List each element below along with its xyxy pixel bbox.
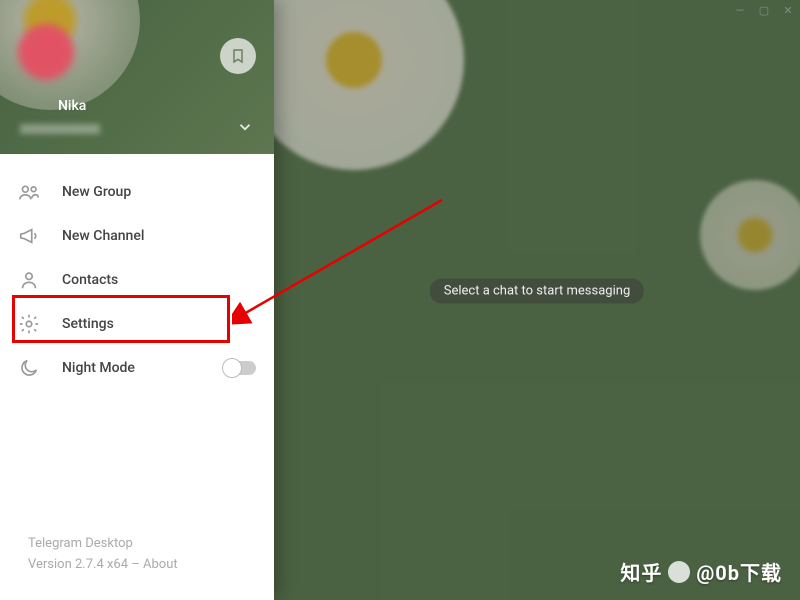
menu-list: New Group New Channel Contacts Settings … — [0, 154, 274, 390]
menu-settings[interactable]: Settings — [0, 302, 274, 346]
moon-icon — [18, 357, 46, 379]
avatar[interactable] — [18, 24, 74, 80]
person-icon — [18, 269, 46, 291]
menu-label: New Group — [62, 184, 131, 200]
chat-background: Select a chat to start messaging — [274, 0, 800, 600]
app-version[interactable]: Version 2.7.4 x64 – About — [28, 557, 246, 572]
watermark: 知乎 @0b下载 — [620, 557, 782, 586]
night-mode-toggle[interactable] — [224, 361, 256, 375]
main-menu-sidebar: Nika New Group New Channel Contacts — [0, 0, 274, 600]
menu-new-channel[interactable]: New Channel — [0, 214, 274, 258]
menu-new-group[interactable]: New Group — [0, 170, 274, 214]
group-icon — [18, 181, 46, 203]
minimize-button[interactable]: — — [728, 0, 752, 20]
empty-chat-hint: Select a chat to start messaging — [430, 279, 644, 304]
close-button[interactable]: ✕ — [776, 0, 800, 20]
sidebar-footer: Telegram Desktop Version 2.7.4 x64 – Abo… — [0, 518, 274, 600]
app-name: Telegram Desktop — [28, 536, 246, 551]
megaphone-icon — [18, 225, 46, 247]
saved-messages-button[interactable] — [220, 38, 256, 74]
profile-name: Nika — [58, 98, 256, 114]
gear-icon — [18, 313, 46, 335]
account-switcher[interactable] — [236, 118, 254, 140]
window-controls: — ▢ ✕ — [728, 0, 800, 20]
menu-contacts[interactable]: Contacts — [0, 258, 274, 302]
menu-night-mode[interactable]: Night Mode — [0, 346, 274, 390]
profile-phone — [20, 124, 100, 134]
maximize-button[interactable]: ▢ — [752, 0, 776, 20]
menu-label: New Channel — [62, 228, 144, 244]
menu-label: Contacts — [62, 272, 118, 288]
menu-label: Night Mode — [62, 360, 135, 376]
sidebar-header: Nika — [0, 0, 274, 154]
menu-label: Settings — [62, 316, 114, 332]
